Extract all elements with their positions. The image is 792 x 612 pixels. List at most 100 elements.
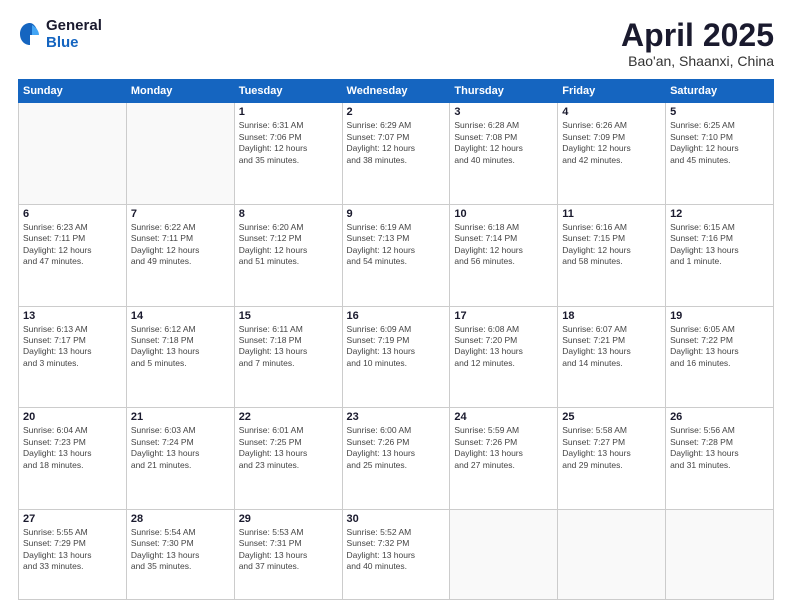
logo: General Blue xyxy=(18,18,102,51)
calendar-table: Sunday Monday Tuesday Wednesday Thursday… xyxy=(18,79,774,600)
day-number: 16 xyxy=(347,310,446,322)
table-cell: 25Sunrise: 5:58 AM Sunset: 7:27 PM Dayli… xyxy=(558,408,666,510)
day-number: 13 xyxy=(23,310,122,322)
header: General Blue April 2025 Bao'an, Shaanxi,… xyxy=(18,18,774,69)
day-number: 14 xyxy=(131,310,230,322)
table-cell: 19 Sunrise: 6:05 AM Sunset: 7:22 PM Dayli… xyxy=(666,306,774,408)
header-tuesday: Tuesday xyxy=(234,80,342,103)
table-cell xyxy=(558,509,666,599)
day-number: 6 xyxy=(23,208,122,220)
day-info: Sunrise: 6:07 AM Sunset: 7:21 PM Dayligh… xyxy=(562,324,661,370)
day-info: Sunrise: 6:16 AM Sunset: 7:15 PM Dayligh… xyxy=(562,222,661,268)
day-number: 5 xyxy=(670,106,769,118)
day-info: Sunrise: 5:52 AM Sunset: 7:32 PM Dayligh… xyxy=(347,527,446,573)
table-cell: 7 Sunrise: 6:22 AM Sunset: 7:11 PM Daylig… xyxy=(126,204,234,306)
title-block: April 2025 Bao'an, Shaanxi, China xyxy=(621,18,774,69)
header-thursday: Thursday xyxy=(450,80,558,103)
table-cell: 23Sunrise: 6:00 AM Sunset: 7:26 PM Dayli… xyxy=(342,408,450,510)
day-number: 29 xyxy=(239,513,338,525)
table-cell: 1 Sunrise: 6:31 AM Sunset: 7:06 PM Daylig… xyxy=(234,103,342,205)
day-info: Sunrise: 5:54 AM Sunset: 7:30 PM Dayligh… xyxy=(131,527,230,573)
table-cell: 11Sunrise: 6:16 AM Sunset: 7:15 PM Dayli… xyxy=(558,204,666,306)
day-info: Sunrise: 6:22 AM Sunset: 7:11 PM Dayligh… xyxy=(131,222,230,268)
day-info: Sunrise: 6:23 AM Sunset: 7:11 PM Dayligh… xyxy=(23,222,122,268)
day-number: 22 xyxy=(239,411,338,423)
table-cell: 14 Sunrise: 6:12 AM Sunset: 7:18 PM Dayli… xyxy=(126,306,234,408)
week-row-2: 6 Sunrise: 6:23 AM Sunset: 7:11 PM Daylig… xyxy=(19,204,774,306)
header-sunday: Sunday xyxy=(19,80,127,103)
table-cell: 30 Sunrise: 5:52 AM Sunset: 7:32 PM Dayli… xyxy=(342,509,450,599)
day-number: 9 xyxy=(347,208,446,220)
table-cell: 27Sunrise: 5:55 AM Sunset: 7:29 PM Dayli… xyxy=(19,509,127,599)
day-number: 2 xyxy=(347,106,446,118)
logo-text: General Blue xyxy=(46,18,102,51)
day-number: 26 xyxy=(670,411,769,423)
day-number: 19 xyxy=(670,310,769,322)
day-number: 7 xyxy=(131,208,230,220)
day-number: 30 xyxy=(347,513,446,525)
day-info: Sunrise: 6:28 AM Sunset: 7:08 PM Dayligh… xyxy=(454,120,553,166)
table-cell: 9Sunrise: 6:19 AM Sunset: 7:13 PM Daylig… xyxy=(342,204,450,306)
day-number: 20 xyxy=(23,411,122,423)
table-cell: 16 Sunrise: 6:09 AM Sunset: 7:19 PM Dayli… xyxy=(342,306,450,408)
day-info: Sunrise: 6:01 AM Sunset: 7:25 PM Dayligh… xyxy=(239,425,338,471)
week-row-3: 13 Sunrise: 6:13 AM Sunset: 7:17 PM Dayli… xyxy=(19,306,774,408)
weekday-header-row: Sunday Monday Tuesday Wednesday Thursday… xyxy=(19,80,774,103)
day-info: Sunrise: 6:08 AM Sunset: 7:20 PM Dayligh… xyxy=(454,324,553,370)
table-cell: 12 Sunrise: 6:15 AM Sunset: 7:16 PM Dayli… xyxy=(666,204,774,306)
table-cell xyxy=(666,509,774,599)
table-cell: 5Sunrise: 6:25 AM Sunset: 7:10 PM Daylig… xyxy=(666,103,774,205)
table-cell: 2Sunrise: 6:29 AM Sunset: 7:07 PM Daylig… xyxy=(342,103,450,205)
table-cell: 15 Sunrise: 6:11 AM Sunset: 7:18 PM Dayli… xyxy=(234,306,342,408)
page: General Blue April 2025 Bao'an, Shaanxi,… xyxy=(0,0,792,612)
table-cell: 26 Sunrise: 5:56 AM Sunset: 7:28 PM Dayli… xyxy=(666,408,774,510)
day-info: Sunrise: 6:13 AM Sunset: 7:17 PM Dayligh… xyxy=(23,324,122,370)
day-number: 10 xyxy=(454,208,553,220)
table-cell xyxy=(126,103,234,205)
table-cell: 29 Sunrise: 5:53 AM Sunset: 7:31 PM Dayli… xyxy=(234,509,342,599)
logo-icon xyxy=(18,21,42,49)
day-number: 28 xyxy=(131,513,230,525)
day-number: 24 xyxy=(454,411,553,423)
table-cell: 21Sunrise: 6:03 AM Sunset: 7:24 PM Dayli… xyxy=(126,408,234,510)
day-number: 1 xyxy=(239,106,338,118)
day-info: Sunrise: 6:05 AM Sunset: 7:22 PM Dayligh… xyxy=(670,324,769,370)
calendar-title: April 2025 xyxy=(621,18,774,53)
header-saturday: Saturday xyxy=(666,80,774,103)
day-number: 27 xyxy=(23,513,122,525)
day-number: 3 xyxy=(454,106,553,118)
day-number: 4 xyxy=(562,106,661,118)
day-info: Sunrise: 6:31 AM Sunset: 7:06 PM Dayligh… xyxy=(239,120,338,166)
day-info: Sunrise: 5:59 AM Sunset: 7:26 PM Dayligh… xyxy=(454,425,553,471)
table-cell xyxy=(450,509,558,599)
table-cell xyxy=(19,103,127,205)
calendar-subtitle: Bao'an, Shaanxi, China xyxy=(621,53,774,69)
day-info: Sunrise: 5:56 AM Sunset: 7:28 PM Dayligh… xyxy=(670,425,769,471)
header-friday: Friday xyxy=(558,80,666,103)
logo-general: General xyxy=(46,18,102,35)
table-cell: 13 Sunrise: 6:13 AM Sunset: 7:17 PM Dayli… xyxy=(19,306,127,408)
table-cell: 18Sunrise: 6:07 AM Sunset: 7:21 PM Dayli… xyxy=(558,306,666,408)
table-cell: 24 Sunrise: 5:59 AM Sunset: 7:26 PM Dayli… xyxy=(450,408,558,510)
day-number: 25 xyxy=(562,411,661,423)
table-cell: 28 Sunrise: 5:54 AM Sunset: 7:30 PM Dayli… xyxy=(126,509,234,599)
day-info: Sunrise: 6:09 AM Sunset: 7:19 PM Dayligh… xyxy=(347,324,446,370)
day-number: 12 xyxy=(670,208,769,220)
day-number: 17 xyxy=(454,310,553,322)
day-number: 15 xyxy=(239,310,338,322)
table-cell: 17 Sunrise: 6:08 AM Sunset: 7:20 PM Dayli… xyxy=(450,306,558,408)
table-cell: 22 Sunrise: 6:01 AM Sunset: 7:25 PM Dayli… xyxy=(234,408,342,510)
table-cell: 10Sunrise: 6:18 AM Sunset: 7:14 PM Dayli… xyxy=(450,204,558,306)
table-cell: 8Sunrise: 6:20 AM Sunset: 7:12 PM Daylig… xyxy=(234,204,342,306)
day-info: Sunrise: 6:11 AM Sunset: 7:18 PM Dayligh… xyxy=(239,324,338,370)
day-info: Sunrise: 6:12 AM Sunset: 7:18 PM Dayligh… xyxy=(131,324,230,370)
day-info: Sunrise: 6:20 AM Sunset: 7:12 PM Dayligh… xyxy=(239,222,338,268)
day-info: Sunrise: 6:26 AM Sunset: 7:09 PM Dayligh… xyxy=(562,120,661,166)
table-cell: 20Sunrise: 6:04 AM Sunset: 7:23 PM Dayli… xyxy=(19,408,127,510)
day-number: 21 xyxy=(131,411,230,423)
week-row-5: 27Sunrise: 5:55 AM Sunset: 7:29 PM Dayli… xyxy=(19,509,774,599)
day-number: 23 xyxy=(347,411,446,423)
day-info: Sunrise: 5:53 AM Sunset: 7:31 PM Dayligh… xyxy=(239,527,338,573)
day-info: Sunrise: 6:15 AM Sunset: 7:16 PM Dayligh… xyxy=(670,222,769,268)
week-row-1: 1 Sunrise: 6:31 AM Sunset: 7:06 PM Daylig… xyxy=(19,103,774,205)
